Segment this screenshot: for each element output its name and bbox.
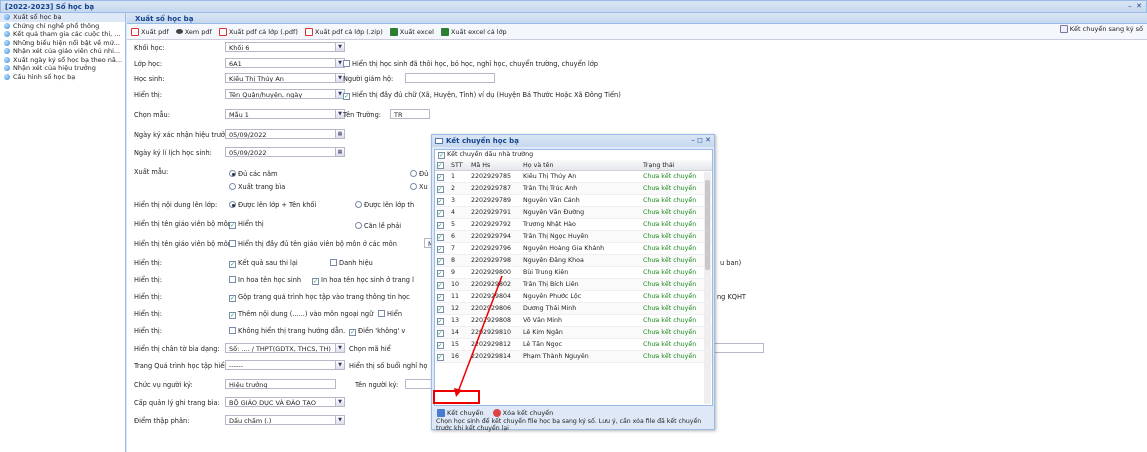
annotation-arrow: [454, 275, 503, 397]
